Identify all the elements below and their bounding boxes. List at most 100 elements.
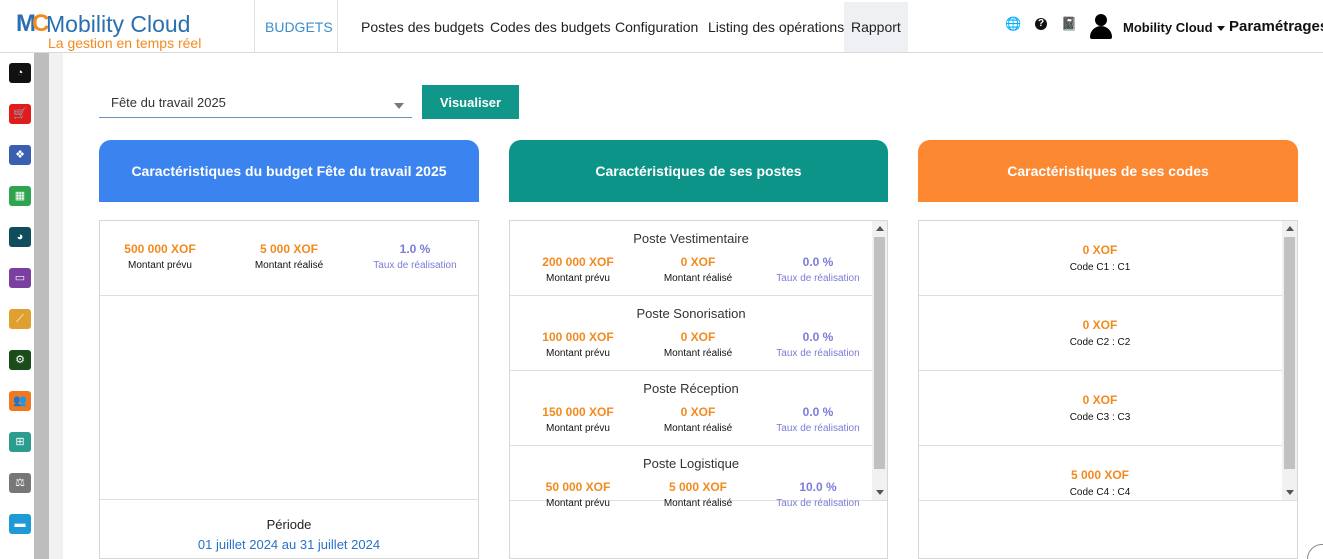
codes-card-header: Caractéristiques de ses codes	[918, 140, 1298, 202]
poste-taux-realisation: 0.0 % Taux de réalisation	[758, 405, 878, 434]
label: Montant prévu	[546, 423, 610, 434]
book-icon[interactable]: 📓	[1061, 16, 1077, 32]
card-icon[interactable]: ▬	[9, 514, 31, 534]
code-value: 0 XOF	[1082, 243, 1118, 257]
poste-taux-realisation: 0.0 % Taux de réalisation	[758, 255, 878, 284]
module-name[interactable]: BUDGETS	[265, 19, 333, 35]
value: 100 000 XOF	[542, 330, 614, 344]
pie-chart-icon[interactable]: ◕	[9, 227, 31, 247]
code-value: 0 XOF	[1082, 393, 1118, 407]
sidebar-gutter	[49, 53, 63, 559]
divider	[919, 445, 1282, 446]
nav-codes-budgets[interactable]: Codes des budgets	[490, 19, 611, 35]
value: 10.0 %	[799, 480, 837, 494]
code-label: Code C4 : C4	[1069, 487, 1131, 498]
settings-link[interactable]: Paramétrages	[1229, 18, 1323, 35]
sitemap-icon[interactable]: ⊞	[9, 432, 31, 452]
period-range: 01 juillet 2024 au 31 juillet 2024	[197, 537, 381, 552]
poste-name: Poste Réception	[643, 381, 739, 396]
dashboard-icon[interactable]: ◔	[9, 63, 31, 83]
label: Taux de réalisation	[373, 260, 457, 271]
budget-select[interactable]: Fête du travail 2025	[99, 88, 412, 118]
value: 0.0 %	[802, 255, 834, 269]
label: Montant prévu	[546, 498, 610, 509]
value: 150 000 XOF	[542, 405, 614, 419]
brand-subtitle: La gestion en temps réel	[48, 35, 202, 51]
value: 5 000 XOF	[668, 480, 728, 494]
nav-listing-operations[interactable]: Listing des opérations	[708, 19, 844, 35]
code-value: 5 000 XOF	[1070, 468, 1130, 482]
calculator-icon[interactable]: ▦	[9, 186, 31, 206]
balance-icon[interactable]: ⚖	[9, 473, 31, 493]
label: Montant prévu	[546, 273, 610, 284]
scroll-thumb[interactable]	[1284, 237, 1295, 469]
budget-montant-prevu: 500 000 XOF Montant prévu	[100, 242, 220, 271]
users-icon[interactable]: 👥	[9, 391, 31, 411]
label: Montant prévu	[128, 260, 192, 271]
label: Taux de réalisation	[776, 423, 860, 434]
caret-down-icon	[394, 103, 404, 109]
scroll-up-icon[interactable]	[876, 226, 884, 231]
line-chart-icon[interactable]: ⟋	[9, 309, 31, 329]
poste-taux-realisation: 0.0 % Taux de réalisation	[758, 330, 878, 359]
budget-card-header: Caractéristiques du budget Fête du trava…	[99, 140, 479, 202]
scroll-up-icon[interactable]	[1286, 226, 1294, 231]
poste-montant-prevu: 150 000 XOF Montant prévu	[518, 405, 638, 434]
value: 0.0 %	[802, 330, 834, 344]
brand-logo[interactable]: MC Mobility Cloud La gestion en temps ré…	[16, 8, 216, 51]
poste-montant-realise: 0 XOF Montant réalisé	[638, 405, 758, 434]
poste-montant-prevu: 50 000 XOF Montant prévu	[518, 480, 638, 509]
label: Montant réalisé	[663, 273, 733, 284]
scroll-down-icon[interactable]	[1286, 490, 1294, 495]
sidebar-scrollbar[interactable]	[34, 53, 49, 559]
logo-mark: MC	[16, 10, 49, 37]
poste-name: Poste Vestimentaire	[633, 231, 749, 246]
help-icon[interactable]: ?	[1035, 18, 1047, 30]
nav-postes-budgets[interactable]: Postes des budgets	[361, 19, 484, 35]
divider	[337, 0, 338, 53]
poste-montant-realise: 0 XOF Montant réalisé	[638, 255, 758, 284]
value: 0 XOF	[680, 405, 716, 419]
budget-select-value: Fête du travail 2025	[111, 95, 226, 110]
user-avatar-icon[interactable]	[1089, 14, 1113, 40]
code-label: Code C3 : C3	[1069, 412, 1131, 423]
chat-bubble[interactable]	[1307, 544, 1323, 559]
poste-montant-prevu: 200 000 XOF Montant prévu	[518, 255, 638, 284]
poste-montant-realise: 5 000 XOF Montant réalisé	[638, 480, 758, 509]
cubes-icon[interactable]: ❖	[9, 145, 31, 165]
postes-panel: Poste Vestimentaire 200 000 XOF Montant pr…	[509, 220, 888, 559]
divider	[919, 370, 1282, 371]
user-menu[interactable]: Mobility Cloud	[1123, 20, 1225, 35]
label: Montant réalisé	[663, 498, 733, 509]
divider	[510, 445, 872, 446]
sidebar: ◔ 🛒 ❖ ▦ ◕ ▭ ⟋ ⚙ 👥 ⊞ ⚖ ▬	[0, 53, 34, 559]
top-navbar: MC Mobility Cloud La gestion en temps ré…	[0, 0, 1323, 53]
budget-montant-realise: 5 000 XOF Montant réalisé	[229, 242, 349, 271]
divider	[100, 295, 478, 296]
label: Taux de réalisation	[776, 348, 860, 359]
label: Montant réalisé	[663, 348, 733, 359]
code-label: Code C2 : C2	[1069, 337, 1131, 348]
cart-icon[interactable]: 🛒	[9, 104, 31, 124]
codes-scrollbar[interactable]	[1282, 221, 1297, 500]
divider	[919, 295, 1282, 296]
globe-icon[interactable]: 🌐	[1005, 16, 1021, 32]
value: 500 000 XOF	[124, 242, 196, 256]
divider	[510, 370, 872, 371]
nav-rapport[interactable]: Rapport	[844, 2, 908, 52]
nav-configuration[interactable]: Configuration	[615, 19, 698, 35]
poste-name: Poste Sonorisation	[636, 306, 746, 321]
codes-panel: 0 XOF Code C1 : C1 0 XOF Code C2 : C2 0 XOF C…	[918, 220, 1298, 559]
cogs-icon[interactable]: ⚙	[9, 350, 31, 370]
value: 0 XOF	[680, 255, 716, 269]
value: 0 XOF	[680, 330, 716, 344]
divider	[510, 295, 872, 296]
money-icon[interactable]: ▭	[9, 268, 31, 288]
visualiser-button[interactable]: Visualiser	[422, 85, 519, 119]
user-name: Mobility Cloud	[1123, 20, 1213, 35]
value: 5 000 XOF	[259, 242, 319, 256]
label: Montant réalisé	[663, 423, 733, 434]
budget-taux-realisation: 1.0 % Taux de réalisation	[355, 242, 475, 271]
budget-panel: 500 000 XOF Montant prévu 5 000 XOF Mont…	[99, 220, 479, 559]
poste-taux-realisation: 10.0 % Taux de réalisation	[758, 480, 878, 509]
